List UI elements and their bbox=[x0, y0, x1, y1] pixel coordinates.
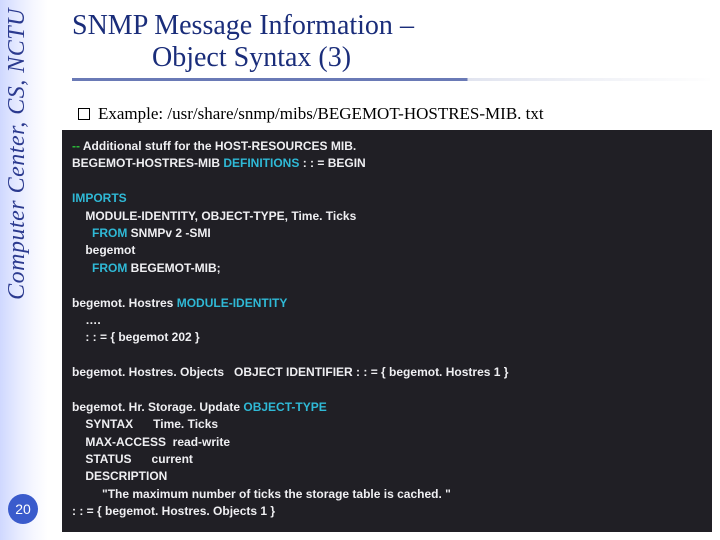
code-l14: MAX-ACCESS read-write bbox=[72, 435, 230, 449]
code-l04: MODULE-IDENTITY, OBJECT-TYPE, Time. Tick… bbox=[72, 209, 356, 223]
code-l15: STATUS current bbox=[72, 452, 193, 466]
code-l02a: BEGEMOT-HOSTRES-MIB bbox=[72, 156, 223, 170]
title-line1: SNMP Message Information bbox=[72, 10, 400, 41]
code-l18: : : = { begemot. Hostres. Objects 1 } bbox=[72, 504, 275, 518]
code-l12a: begemot. Hr. Storage. Update bbox=[72, 400, 243, 414]
code-l02c: : : = BEGIN bbox=[303, 156, 366, 170]
code-l09: …. bbox=[72, 313, 104, 327]
code-l08b: MODULE-IDENTITY bbox=[177, 296, 288, 310]
code-l02b: DEFINITIONS bbox=[223, 156, 302, 170]
code-imports: IMPORTS bbox=[72, 191, 127, 205]
bullet-square-icon bbox=[78, 108, 90, 120]
title-line2: Object Syntax (3) bbox=[152, 42, 351, 73]
code-l13: SYNTAX Time. Ticks bbox=[72, 417, 218, 431]
code-l17: "The maximum number of ticks the storage… bbox=[72, 487, 451, 501]
code-l11: begemot. Hostres. Objects OBJECT IDENTIF… bbox=[72, 365, 508, 379]
code-l07b: BEGEMOT-MIB; bbox=[131, 261, 221, 275]
example-bullet: Example: /usr/share/snmp/mibs/BEGEMOT-HO… bbox=[78, 104, 544, 124]
code-l05a: FROM bbox=[72, 226, 131, 240]
code-block: -- Additional stuff for the HOST-RESOURC… bbox=[62, 130, 712, 532]
example-text: Example: /usr/share/snmp/mibs/BEGEMOT-HO… bbox=[98, 104, 544, 123]
code-comment-text: Additional stuff for the HOST-RESOURCES … bbox=[83, 139, 356, 153]
sidebar-org-text: Computer Center, CS, NCTU bbox=[4, 8, 31, 300]
code-l12b: OBJECT-TYPE bbox=[243, 400, 326, 414]
code-l07a: FROM bbox=[72, 261, 131, 275]
code-l16: DESCRIPTION bbox=[72, 469, 167, 483]
code-l06: begemot bbox=[72, 243, 135, 257]
code-l08a: begemot. Hostres bbox=[72, 296, 177, 310]
slide-title: SNMP Message Information – Object Syntax… bbox=[72, 10, 710, 81]
code-l05b: SNMPv 2 -SMI bbox=[131, 226, 211, 240]
title-dash: – bbox=[400, 10, 414, 41]
page-number-badge: 20 bbox=[8, 494, 38, 524]
title-underline bbox=[72, 78, 710, 81]
code-comment-dashdash: -- bbox=[72, 139, 83, 153]
code-l10: : : = { begemot 202 } bbox=[72, 330, 200, 344]
